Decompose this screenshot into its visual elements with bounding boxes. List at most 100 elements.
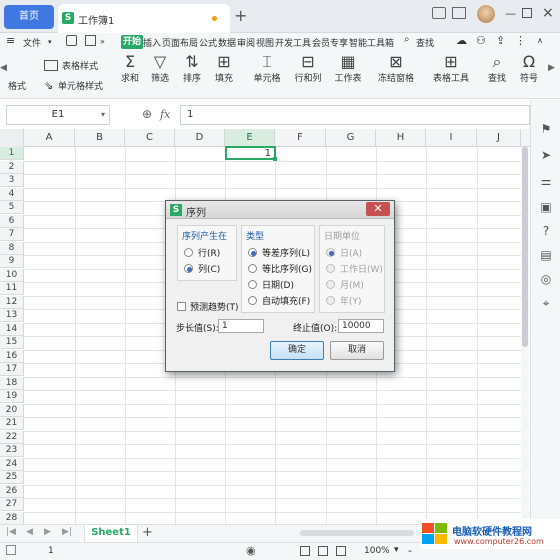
cancel-button[interactable]: 取消 — [330, 341, 384, 360]
cloud-icon[interactable]: ☁ — [456, 34, 467, 47]
collab-icon[interactable]: ⚇ — [476, 34, 486, 47]
vertical-scrollbar-thumb[interactable] — [522, 147, 528, 347]
name-box-chevron-icon[interactable]: ▾ — [101, 106, 105, 124]
tab-page-layout[interactable]: 页面布局 — [162, 36, 198, 49]
pointer-icon[interactable]: ➤ — [538, 148, 554, 164]
vertical-scrollbar[interactable] — [521, 147, 529, 525]
close-window-icon[interactable]: × — [542, 5, 554, 21]
scroll-right-icon[interactable]: ▶ — [548, 63, 555, 73]
fill-handle[interactable] — [273, 157, 277, 161]
tab-data[interactable]: 数据 — [218, 36, 236, 49]
shapes-icon[interactable]: ▣ — [538, 200, 554, 216]
name-box[interactable]: E1 ▾ — [6, 105, 110, 125]
sum-button[interactable]: Σ 求和 — [116, 53, 144, 85]
column-option-label[interactable]: 列(C) — [198, 262, 220, 275]
trend-label[interactable]: 预测趋势(T) — [190, 300, 239, 313]
ok-button[interactable]: 确定 — [270, 341, 324, 360]
fx-icon[interactable]: fx — [160, 108, 170, 121]
freeze-button[interactable]: ⊠ 冻结窗格 — [374, 53, 418, 85]
collapse-ribbon-icon[interactable]: ∧ — [537, 36, 543, 45]
more-chevron-icon[interactable]: » — [100, 37, 105, 46]
fill-button[interactable]: ⊞ 填充 — [210, 53, 238, 85]
format-button[interactable]: 格式 — [8, 79, 26, 92]
chart-icon[interactable]: ◎ — [538, 272, 554, 288]
tab-start[interactable]: 开始 — [121, 35, 144, 49]
sheet-tab-sheet1[interactable]: Sheet1 — [84, 525, 138, 543]
help-icon[interactable]: ? — [538, 224, 554, 240]
scroll-left-icon[interactable]: ◀ — [0, 63, 8, 83]
date-option-label[interactable]: 日期(D) — [262, 278, 294, 291]
normal-view-icon[interactable] — [300, 546, 310, 556]
status-mode-icon[interactable] — [6, 545, 16, 555]
autofill-option-label[interactable]: 自动填充(F) — [262, 294, 310, 307]
table-tools-button[interactable]: ⊞ 表格工具 — [428, 53, 474, 85]
add-sheet-icon[interactable]: + — [142, 525, 153, 540]
settings-slider-icon[interactable]: ⚌ — [538, 174, 554, 190]
tab-review[interactable]: 审阅 — [237, 36, 255, 49]
radio-autofill[interactable] — [248, 296, 257, 305]
next-sheet-icon[interactable]: ▶ — [44, 527, 51, 537]
maximize-icon[interactable] — [522, 8, 532, 18]
file-menu[interactable]: 文件 — [23, 36, 41, 49]
radio-linear[interactable] — [248, 248, 257, 257]
location-icon[interactable]: ⌖ — [538, 296, 554, 312]
dialog-close-icon[interactable]: ✕ — [366, 202, 390, 216]
selected-cell-e1[interactable]: 1 — [225, 146, 277, 161]
layout-icon[interactable] — [432, 7, 446, 19]
home-tab[interactable]: 首页 — [4, 5, 54, 29]
trend-checkbox[interactable] — [177, 302, 186, 311]
formula-input[interactable]: 1 — [180, 105, 530, 125]
share-icon[interactable]: ⇪ — [496, 34, 505, 47]
prev-sheet-icon[interactable]: ◀ — [26, 527, 33, 537]
row-col-button[interactable]: ⊟ 行和列 — [290, 53, 326, 85]
first-sheet-icon[interactable]: |◀ — [6, 527, 16, 537]
row-option-label[interactable]: 行(R) — [198, 246, 220, 259]
cell-style-button[interactable]: 单元格样式 — [58, 79, 103, 92]
step-input[interactable]: 1 — [218, 319, 264, 333]
more-icon[interactable]: ⋮ — [515, 34, 526, 47]
menu-bar: ≡ 文件 ▾ » 开始 插入 页面布局 公式 数据 审阅 视图 开发工具 会员专… — [0, 33, 560, 51]
new-tab-icon[interactable]: + — [234, 6, 247, 25]
cell-button[interactable]: ⌶ 单元格 — [250, 53, 284, 85]
image-icon[interactable]: ▤ — [538, 248, 554, 264]
pin-icon[interactable]: ⚑ — [538, 122, 554, 138]
tab-view[interactable]: 视图 — [256, 36, 274, 49]
minimize-icon[interactable]: — — [505, 7, 516, 20]
grid-icon[interactable] — [452, 7, 466, 19]
growth-option-label[interactable]: 等比序列(G) — [262, 262, 312, 275]
sort-button[interactable]: ⇅ 排序 — [178, 53, 206, 85]
page-break-view-icon[interactable] — [336, 546, 346, 556]
radio-row[interactable] — [184, 248, 193, 257]
linear-option-label[interactable]: 等差序列(L) — [262, 246, 310, 259]
search-icon[interactable]: ⌕ — [404, 34, 410, 45]
symbol-button[interactable]: Ω 符号 — [516, 53, 542, 85]
eye-icon[interactable]: ◉ — [246, 544, 256, 557]
tab-developer[interactable]: 开发工具 — [275, 36, 311, 49]
stop-input[interactable]: 10000 — [338, 319, 384, 333]
radio-growth[interactable] — [248, 264, 257, 273]
zoom-level[interactable]: 100% — [364, 546, 390, 556]
hamburger-icon[interactable]: ≡ — [6, 34, 15, 47]
table-style-button[interactable]: 表格样式 — [62, 59, 98, 72]
find-button[interactable]: ⌕ 查找 — [484, 53, 510, 85]
avatar[interactable] — [477, 5, 495, 23]
worksheet-button[interactable]: ▦ 工作表 — [330, 53, 366, 85]
search-box[interactable]: 查找 — [416, 36, 434, 49]
dialog-title-bar[interactable]: S 序列 ✕ — [166, 201, 394, 219]
tab-formula[interactable]: 公式 — [199, 36, 217, 49]
save-icon[interactable] — [66, 35, 77, 46]
zoom-formula-icon[interactable]: ⊕ — [142, 107, 152, 121]
radio-date[interactable] — [248, 280, 257, 289]
document-tab[interactable]: S 工作簿1 — [58, 4, 230, 33]
print-icon[interactable] — [85, 35, 96, 46]
radio-column[interactable] — [184, 264, 193, 273]
zoom-dropdown-icon[interactable]: ▾ — [394, 545, 399, 555]
horizontal-scrollbar[interactable] — [300, 530, 414, 536]
tab-insert[interactable]: 插入 — [143, 36, 161, 49]
zoom-out-button[interactable]: - — [408, 544, 412, 557]
page-layout-view-icon[interactable] — [318, 546, 328, 556]
tab-smart-tools[interactable]: 智能工具箱 — [349, 36, 394, 49]
last-sheet-icon[interactable]: ▶| — [62, 527, 72, 537]
filter-button[interactable]: ▽ 筛选 — [146, 53, 174, 85]
tab-member[interactable]: 会员专享 — [312, 36, 348, 49]
